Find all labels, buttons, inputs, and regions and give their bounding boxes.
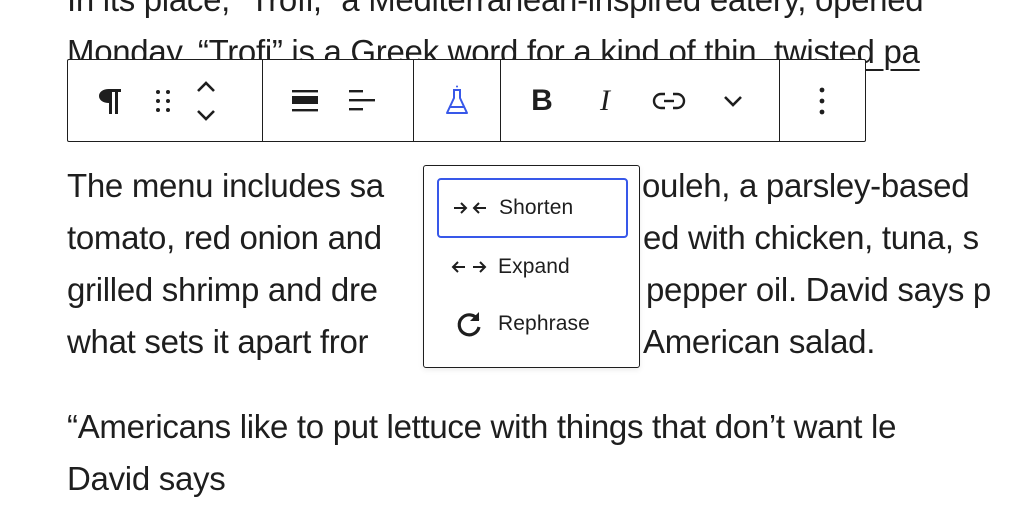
ai-assistant-button[interactable] bbox=[414, 60, 500, 141]
ai-actions-menu: Shorten Expand Rephrase bbox=[423, 165, 640, 368]
paragraph-selected[interactable]: The menu includes sa ouleh, a parsley-bas… bbox=[67, 160, 991, 368]
paragraph-line-1: The menu includes sa ouleh, a parsley-bas… bbox=[67, 160, 970, 212]
line-4-left: what sets it apart fror bbox=[67, 323, 369, 360]
menu-item-label: Expand bbox=[498, 255, 570, 278]
align-wide-icon bbox=[292, 89, 318, 111]
block-toolbar: B I bbox=[67, 59, 866, 142]
more-rich-text-button[interactable] bbox=[711, 60, 755, 141]
toolbar-group-block bbox=[68, 60, 263, 141]
expand-arrows-icon bbox=[446, 259, 492, 275]
paragraph-line-2: tomato, red onion and ed with chicken, tu… bbox=[67, 212, 979, 264]
link-button[interactable] bbox=[627, 60, 711, 141]
line-2-right: ed with chicken, tuna, s bbox=[643, 219, 979, 256]
toolbar-group-alignment bbox=[263, 60, 414, 141]
bold-button[interactable]: B bbox=[501, 60, 583, 141]
more-vertical-icon bbox=[819, 87, 825, 114]
drag-handle-icon bbox=[156, 89, 170, 112]
chevron-down-icon[interactable] bbox=[195, 108, 217, 124]
paragraph-top-line-1: In its place, “Trofi,” a Mediterranean-i… bbox=[67, 0, 924, 26]
line-3-right: pepper oil. David says p bbox=[646, 271, 991, 308]
line-1-left: The menu includes sa bbox=[67, 167, 384, 204]
menu-item-expand[interactable]: Expand bbox=[438, 238, 627, 296]
menu-item-label: Shorten bbox=[499, 196, 574, 219]
paragraph-line-3: grilled shrimp and dre pepper oil. David … bbox=[67, 264, 991, 316]
toolbar-group-format: B I bbox=[501, 60, 780, 141]
paragraph-icon bbox=[99, 88, 121, 114]
toolbar-group-options bbox=[780, 60, 865, 141]
paragraph-bottom[interactable]: “Americans like to put lettuce with thin… bbox=[67, 401, 896, 505]
options-button[interactable] bbox=[780, 60, 864, 141]
text-align-left-icon bbox=[349, 89, 375, 110]
flask-icon bbox=[446, 85, 468, 114]
menu-item-label: Rephrase bbox=[498, 312, 590, 335]
line-3-left: grilled shrimp and dre bbox=[67, 271, 378, 308]
shorten-arrows-icon bbox=[447, 200, 493, 216]
italic-button[interactable]: I bbox=[583, 60, 627, 141]
menu-item-shorten[interactable]: Shorten bbox=[437, 178, 628, 238]
line-2-left: tomato, red onion and bbox=[67, 219, 382, 256]
paragraph-bottom-line-1: “Americans like to put lettuce with thin… bbox=[67, 408, 897, 445]
align-wide-button[interactable] bbox=[263, 60, 347, 141]
link-icon bbox=[652, 92, 686, 109]
line-1-right: ouleh, a parsley-based bbox=[642, 167, 970, 204]
block-type-button[interactable] bbox=[68, 60, 152, 141]
paragraph-bottom-line-2: David says bbox=[67, 460, 226, 497]
line-4-right: American salad. bbox=[643, 323, 876, 360]
drag-handle-button[interactable] bbox=[152, 60, 174, 141]
chevron-up-icon[interactable] bbox=[195, 78, 217, 94]
chevron-down-icon bbox=[724, 95, 742, 107]
menu-item-rephrase[interactable]: Rephrase bbox=[438, 295, 627, 353]
paragraph-line-4: what sets it apart fror American salad. bbox=[67, 316, 875, 368]
text-align-button[interactable] bbox=[347, 60, 377, 141]
rotate-icon bbox=[446, 308, 492, 340]
toolbar-group-ai bbox=[414, 60, 501, 141]
move-buttons[interactable] bbox=[174, 60, 238, 141]
